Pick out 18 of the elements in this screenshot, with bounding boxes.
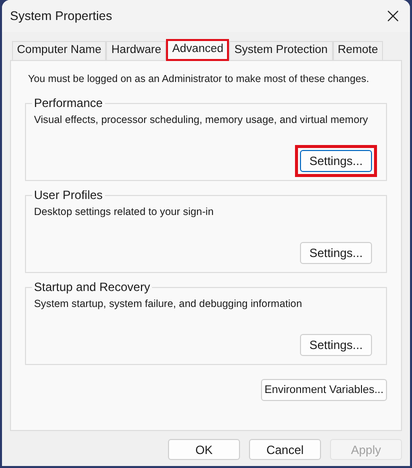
window-title: System Properties <box>10 8 112 25</box>
tab[interactable]: System Protection <box>229 41 333 60</box>
dialog-button[interactable]: Cancel <box>249 439 321 460</box>
close-icon[interactable] <box>387 10 399 22</box>
group-description: Desktop settings related to your sign-in <box>34 206 214 220</box>
tab[interactable]: Computer Name <box>12 41 106 60</box>
group-description: Visual effects, processor scheduling, memory usage, and virtual memory <box>34 114 368 128</box>
group-title: Startup and Recovery <box>32 279 152 295</box>
tab[interactable]: Advanced <box>166 39 230 61</box>
settings-button[interactable]: Settings... <box>300 150 372 172</box>
group-description: System startup, system failure, and debugging information <box>34 298 302 312</box>
environment-variables-button[interactable]: Environment Variables... <box>261 379 387 401</box>
admin-notice: You must be logged on as an Administrator to make most of these changes. <box>28 73 370 87</box>
settings-button[interactable]: Settings... <box>300 334 372 356</box>
dialog-button[interactable]: OK <box>168 439 240 460</box>
settings-button[interactable]: Settings... <box>300 242 372 264</box>
tab[interactable]: Hardware <box>106 41 166 60</box>
tab[interactable]: Remote <box>332 41 383 60</box>
